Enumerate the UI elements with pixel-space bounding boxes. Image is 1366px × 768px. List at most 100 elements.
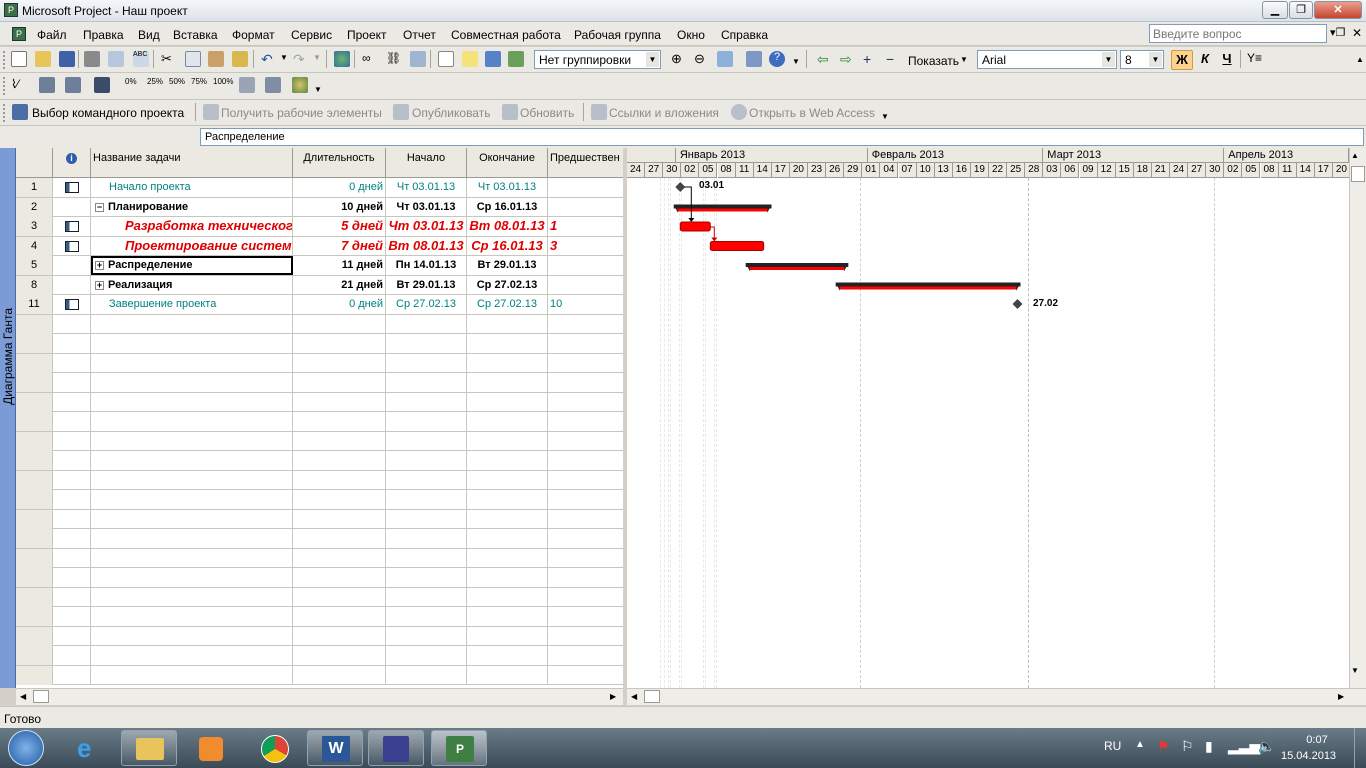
- hide-subtasks-icon[interactable]: −: [886, 51, 902, 67]
- row-header-corner[interactable]: [16, 148, 53, 178]
- menu-workgroup[interactable]: Рабочая группа: [574, 28, 661, 42]
- empty-cell[interactable]: [467, 373, 548, 392]
- empty-cell[interactable]: [548, 354, 623, 373]
- empty-cell[interactable]: [53, 412, 91, 431]
- cut-icon[interactable]: ✂: [161, 51, 177, 67]
- table-row[interactable]: [16, 431, 623, 451]
- empty-cell[interactable]: [293, 665, 386, 685]
- hyperlink-icon[interactable]: [334, 51, 350, 67]
- empty-cell[interactable]: [548, 666, 623, 685]
- task-pred-cell[interactable]: 1: [548, 217, 623, 236]
- print-preview-icon[interactable]: [108, 51, 124, 67]
- menu-report[interactable]: Отчет: [403, 28, 436, 42]
- task-start-cell[interactable]: Чт 03.01.13: [386, 197, 467, 217]
- empty-cell[interactable]: [467, 509, 548, 529]
- task-duration-cell[interactable]: 7 дней: [293, 236, 386, 256]
- column-header-duration[interactable]: Длительность: [293, 148, 386, 178]
- row-number[interactable]: [16, 607, 53, 626]
- empty-cell[interactable]: [467, 334, 548, 353]
- document-icon[interactable]: P: [12, 27, 26, 41]
- table-row[interactable]: 3 Разработка техническог 5 дней Чт 03.01.13…: [16, 217, 623, 237]
- row-number[interactable]: [16, 334, 53, 353]
- empty-cell[interactable]: [91, 451, 293, 470]
- empty-cell[interactable]: [91, 665, 293, 685]
- show-subtasks-icon[interactable]: +: [863, 51, 879, 67]
- empty-cell[interactable]: [91, 587, 293, 607]
- doc-restore-icon[interactable]: ▾❐: [1330, 26, 1345, 39]
- empty-cell[interactable]: [293, 490, 386, 509]
- empty-cell[interactable]: [293, 470, 386, 490]
- empty-cell[interactable]: [386, 607, 467, 626]
- refresh-icon[interactable]: [502, 104, 518, 120]
- empty-cell[interactable]: [467, 587, 548, 607]
- task-name-cell[interactable]: + Распределение: [91, 256, 293, 275]
- table-row[interactable]: 8 + Реализация 21 дней Вт 29.01.13 Ср 27.02.1…: [16, 275, 623, 295]
- row-number[interactable]: [16, 568, 53, 587]
- task-name-cell[interactable]: Разработка техническог: [91, 217, 293, 236]
- table-row[interactable]: [16, 587, 623, 607]
- input-language[interactable]: RU: [1104, 739, 1121, 753]
- empty-cell[interactable]: [386, 646, 467, 665]
- row-number[interactable]: [16, 490, 53, 509]
- indent-right-icon[interactable]: ⇨: [840, 51, 856, 67]
- goto-task-icon[interactable]: [717, 51, 733, 67]
- workgroup-icon[interactable]: [265, 77, 281, 93]
- sheet-horizontal-scrollbar[interactable]: ◀ ▶: [16, 688, 623, 705]
- chrome-taskbar-button[interactable]: [246, 730, 302, 766]
- empty-cell[interactable]: [386, 568, 467, 587]
- task-pred-cell[interactable]: 10: [548, 295, 623, 314]
- empty-cell[interactable]: [386, 334, 467, 353]
- milestone-start[interactable]: [675, 182, 686, 192]
- undo-icon[interactable]: ↶: [261, 51, 277, 67]
- empty-cell[interactable]: [53, 587, 91, 607]
- clock-date[interactable]: 15.04.2013: [1281, 750, 1336, 762]
- empty-cell[interactable]: [386, 626, 467, 646]
- web-access-icon[interactable]: [731, 104, 747, 120]
- empty-cell[interactable]: [53, 314, 91, 334]
- task-name-cell[interactable]: Начало проекта: [91, 178, 293, 197]
- explorer-taskbar-button[interactable]: [121, 730, 177, 766]
- empty-cell[interactable]: [548, 471, 623, 490]
- italic-button[interactable]: К: [1197, 51, 1213, 67]
- tracking-gantt-icon[interactable]: ⌇⁄: [11, 77, 27, 93]
- row-number[interactable]: [16, 353, 53, 373]
- gantt-horizontal-scrollbar[interactable]: ◀ ▶: [627, 688, 1366, 705]
- table-row[interactable]: 1 Начало проекта 0 дней Чт 03.01.13 Чт 03.01…: [16, 178, 623, 198]
- table-row[interactable]: [16, 470, 623, 490]
- empty-cell[interactable]: [548, 490, 623, 509]
- empty-cell[interactable]: [91, 412, 293, 431]
- empty-cell[interactable]: [53, 607, 91, 626]
- bold-button[interactable]: Ж: [1171, 50, 1193, 70]
- empty-cell[interactable]: [293, 451, 386, 470]
- empty-cell[interactable]: [386, 392, 467, 412]
- help-icon[interactable]: ?: [769, 51, 785, 67]
- copy-icon[interactable]: [185, 51, 201, 67]
- empty-cell[interactable]: [386, 665, 467, 685]
- empty-cell[interactable]: [548, 627, 623, 646]
- task-finish-cell[interactable]: Вт 08.01.13: [467, 217, 548, 236]
- unlink-tasks-icon[interactable]: ⛓: [386, 51, 402, 67]
- empty-cell[interactable]: [548, 568, 623, 587]
- empty-cell[interactable]: [91, 529, 293, 548]
- empty-cell[interactable]: [53, 490, 91, 509]
- task-indicator-cell[interactable]: [53, 217, 91, 236]
- row-number[interactable]: 3: [16, 217, 53, 236]
- table-row[interactable]: [16, 509, 623, 529]
- toolbar-options-icon[interactable]: ▼: [792, 57, 800, 66]
- task-indicator-cell[interactable]: [53, 197, 91, 217]
- empty-cell[interactable]: [293, 431, 386, 451]
- font-select[interactable]: Arial ▼: [977, 50, 1117, 69]
- empty-cell[interactable]: [53, 353, 91, 373]
- table-row[interactable]: [16, 568, 623, 588]
- word-taskbar-button[interactable]: W: [307, 730, 363, 766]
- battery-icon[interactable]: ▮: [1205, 738, 1213, 755]
- links-icon[interactable]: [591, 104, 607, 120]
- publish-button[interactable]: Опубликовать: [412, 106, 490, 120]
- empty-cell[interactable]: [91, 353, 293, 373]
- scroll-left-icon[interactable]: ◀: [631, 692, 637, 701]
- empty-cell[interactable]: [548, 373, 623, 392]
- empty-cell[interactable]: [91, 314, 293, 334]
- empty-cell[interactable]: [386, 587, 467, 607]
- save-app-taskbar-button[interactable]: [368, 730, 424, 766]
- toolbar-options-icon[interactable]: ▼: [881, 112, 889, 121]
